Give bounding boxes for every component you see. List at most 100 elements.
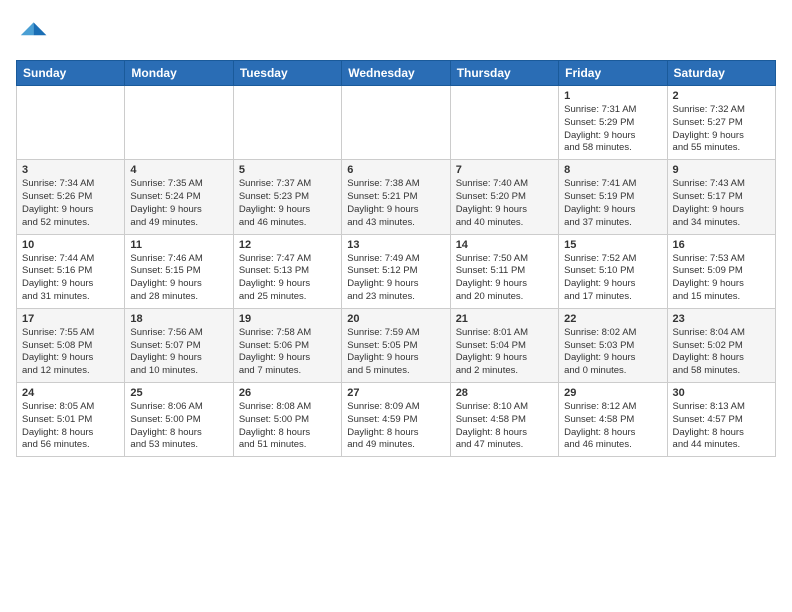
calendar-cell: 21 Sunrise: 8:01 AM Sunset: 5:04 PM Dayli…: [450, 308, 558, 382]
day-number: 28: [456, 387, 553, 399]
calendar-table: SundayMondayTuesdayWednesdayThursdayFrid…: [16, 60, 776, 457]
day-info: Sunrise: 7:49 AM Sunset: 5:12 PM Dayligh…: [347, 253, 444, 304]
calendar-cell: 3 Sunrise: 7:34 AM Sunset: 5:26 PM Daylig…: [17, 160, 125, 234]
calendar-cell: 4 Sunrise: 7:35 AM Sunset: 5:24 PM Daylig…: [125, 160, 233, 234]
day-number: 20: [347, 313, 444, 325]
day-info: Sunrise: 7:55 AM Sunset: 5:08 PM Dayligh…: [22, 327, 119, 378]
day-info: Sunrise: 7:52 AM Sunset: 5:10 PM Dayligh…: [564, 253, 661, 304]
day-info: Sunrise: 8:13 AM Sunset: 4:57 PM Dayligh…: [673, 401, 770, 452]
day-info: Sunrise: 8:05 AM Sunset: 5:01 PM Dayligh…: [22, 401, 119, 452]
day-number: 16: [673, 239, 770, 251]
day-info: Sunrise: 8:04 AM Sunset: 5:02 PM Dayligh…: [673, 327, 770, 378]
weekday-header: Wednesday: [342, 61, 450, 86]
day-info: Sunrise: 7:38 AM Sunset: 5:21 PM Dayligh…: [347, 178, 444, 229]
weekday-header: Saturday: [667, 61, 775, 86]
day-info: Sunrise: 8:10 AM Sunset: 4:58 PM Dayligh…: [456, 401, 553, 452]
calendar-cell: 29 Sunrise: 8:12 AM Sunset: 4:58 PM Dayli…: [559, 383, 667, 457]
day-number: 18: [130, 313, 227, 325]
calendar-cell: 23 Sunrise: 8:04 AM Sunset: 5:02 PM Dayli…: [667, 308, 775, 382]
day-info: Sunrise: 7:34 AM Sunset: 5:26 PM Dayligh…: [22, 178, 119, 229]
calendar-cell: 12Sunrise: 7:47 AM Sunset: 5:13 PM Dayli…: [233, 234, 341, 308]
calendar-cell: 18Sunrise: 7:56 AM Sunset: 5:07 PM Dayli…: [125, 308, 233, 382]
day-number: 5: [239, 164, 336, 176]
weekday-header: Friday: [559, 61, 667, 86]
day-info: Sunrise: 8:02 AM Sunset: 5:03 PM Dayligh…: [564, 327, 661, 378]
calendar-cell: 11 Sunrise: 7:46 AM Sunset: 5:15 PM Dayli…: [125, 234, 233, 308]
day-info: Sunrise: 7:46 AM Sunset: 5:15 PM Dayligh…: [130, 253, 227, 304]
calendar-cell: 26 Sunrise: 8:08 AM Sunset: 5:00 PM Dayli…: [233, 383, 341, 457]
day-number: 11: [130, 239, 227, 251]
day-number: 6: [347, 164, 444, 176]
calendar-cell: 20 Sunrise: 7:59 AM Sunset: 5:05 PM Dayli…: [342, 308, 450, 382]
calendar-cell: 14Sunrise: 7:50 AM Sunset: 5:11 PM Dayli…: [450, 234, 558, 308]
calendar-cell: 2 Sunrise: 7:32 AM Sunset: 5:27 PM Daylig…: [667, 86, 775, 160]
day-info: Sunrise: 7:37 AM Sunset: 5:23 PM Dayligh…: [239, 178, 336, 229]
calendar-week-row: 10Sunrise: 7:44 AM Sunset: 5:16 PM Dayli…: [17, 234, 776, 308]
day-info: Sunrise: 7:58 AM Sunset: 5:06 PM Dayligh…: [239, 327, 336, 378]
day-number: 2: [673, 90, 770, 102]
logo: [16, 16, 52, 48]
calendar-cell: 7 Sunrise: 7:40 AM Sunset: 5:20 PM Daylig…: [450, 160, 558, 234]
calendar-cell: 6 Sunrise: 7:38 AM Sunset: 5:21 PM Daylig…: [342, 160, 450, 234]
calendar-cell: 25 Sunrise: 8:06 AM Sunset: 5:00 PM Dayli…: [125, 383, 233, 457]
logo-icon: [16, 16, 48, 48]
day-number: 21: [456, 313, 553, 325]
day-info: Sunrise: 7:35 AM Sunset: 5:24 PM Dayligh…: [130, 178, 227, 229]
weekday-header: Sunday: [17, 61, 125, 86]
weekday-header: Thursday: [450, 61, 558, 86]
calendar-cell: 10Sunrise: 7:44 AM Sunset: 5:16 PM Dayli…: [17, 234, 125, 308]
calendar-cell: 9Sunrise: 7:43 AM Sunset: 5:17 PM Daylig…: [667, 160, 775, 234]
calendar-cell: 15 Sunrise: 7:52 AM Sunset: 5:10 PM Dayli…: [559, 234, 667, 308]
day-number: 13: [347, 239, 444, 251]
calendar-cell: 8 Sunrise: 7:41 AM Sunset: 5:19 PM Daylig…: [559, 160, 667, 234]
calendar-cell: 13 Sunrise: 7:49 AM Sunset: 5:12 PM Dayli…: [342, 234, 450, 308]
day-number: 24: [22, 387, 119, 399]
day-number: 7: [456, 164, 553, 176]
day-number: 12: [239, 239, 336, 251]
calendar-week-row: 17 Sunrise: 7:55 AM Sunset: 5:08 PM Dayli…: [17, 308, 776, 382]
calendar-cell: 5 Sunrise: 7:37 AM Sunset: 5:23 PM Daylig…: [233, 160, 341, 234]
day-info: Sunrise: 7:31 AM Sunset: 5:29 PM Dayligh…: [564, 104, 661, 155]
day-info: Sunrise: 8:08 AM Sunset: 5:00 PM Dayligh…: [239, 401, 336, 452]
day-number: 27: [347, 387, 444, 399]
day-number: 19: [239, 313, 336, 325]
day-info: Sunrise: 8:09 AM Sunset: 4:59 PM Dayligh…: [347, 401, 444, 452]
day-info: Sunrise: 8:12 AM Sunset: 4:58 PM Dayligh…: [564, 401, 661, 452]
day-number: 29: [564, 387, 661, 399]
day-info: Sunrise: 7:32 AM Sunset: 5:27 PM Dayligh…: [673, 104, 770, 155]
day-info: Sunrise: 7:59 AM Sunset: 5:05 PM Dayligh…: [347, 327, 444, 378]
calendar-cell: [450, 86, 558, 160]
day-number: 8: [564, 164, 661, 176]
day-info: Sunrise: 7:43 AM Sunset: 5:17 PM Dayligh…: [673, 178, 770, 229]
day-info: Sunrise: 7:40 AM Sunset: 5:20 PM Dayligh…: [456, 178, 553, 229]
calendar-header-row: SundayMondayTuesdayWednesdayThursdayFrid…: [17, 61, 776, 86]
day-info: Sunrise: 7:44 AM Sunset: 5:16 PM Dayligh…: [22, 253, 119, 304]
day-info: Sunrise: 7:50 AM Sunset: 5:11 PM Dayligh…: [456, 253, 553, 304]
calendar-week-row: 24 Sunrise: 8:05 AM Sunset: 5:01 PM Dayli…: [17, 383, 776, 457]
calendar-cell: [17, 86, 125, 160]
calendar-cell: 22Sunrise: 8:02 AM Sunset: 5:03 PM Dayli…: [559, 308, 667, 382]
day-number: 3: [22, 164, 119, 176]
calendar-week-row: 1 Sunrise: 7:31 AM Sunset: 5:29 PM Daylig…: [17, 86, 776, 160]
day-info: Sunrise: 8:06 AM Sunset: 5:00 PM Dayligh…: [130, 401, 227, 452]
day-info: Sunrise: 7:53 AM Sunset: 5:09 PM Dayligh…: [673, 253, 770, 304]
day-number: 17: [22, 313, 119, 325]
page-header: [16, 16, 776, 48]
calendar-cell: [342, 86, 450, 160]
day-info: Sunrise: 8:01 AM Sunset: 5:04 PM Dayligh…: [456, 327, 553, 378]
calendar-cell: 19 Sunrise: 7:58 AM Sunset: 5:06 PM Dayli…: [233, 308, 341, 382]
weekday-header: Tuesday: [233, 61, 341, 86]
calendar-cell: 28 Sunrise: 8:10 AM Sunset: 4:58 PM Dayli…: [450, 383, 558, 457]
calendar-cell: 17 Sunrise: 7:55 AM Sunset: 5:08 PM Dayli…: [17, 308, 125, 382]
day-number: 15: [564, 239, 661, 251]
calendar-cell: [233, 86, 341, 160]
day-number: 26: [239, 387, 336, 399]
day-number: 4: [130, 164, 227, 176]
day-number: 25: [130, 387, 227, 399]
day-info: Sunrise: 7:41 AM Sunset: 5:19 PM Dayligh…: [564, 178, 661, 229]
calendar-cell: 24 Sunrise: 8:05 AM Sunset: 5:01 PM Dayli…: [17, 383, 125, 457]
calendar-cell: 16 Sunrise: 7:53 AM Sunset: 5:09 PM Dayli…: [667, 234, 775, 308]
day-number: 1: [564, 90, 661, 102]
calendar-cell: 30Sunrise: 8:13 AM Sunset: 4:57 PM Dayli…: [667, 383, 775, 457]
day-number: 23: [673, 313, 770, 325]
